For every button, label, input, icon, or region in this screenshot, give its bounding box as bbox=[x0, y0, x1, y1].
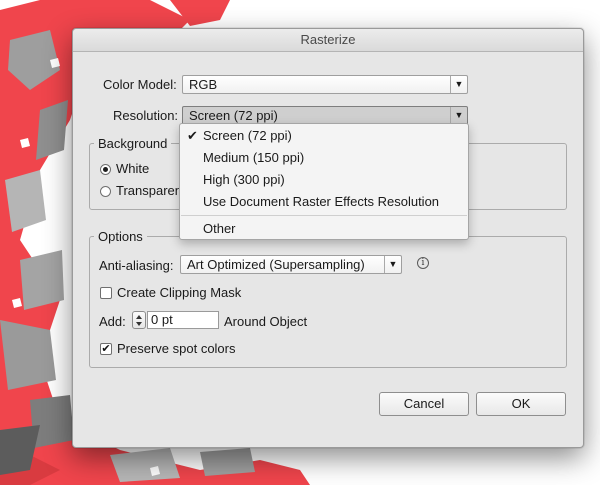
menu-item-medium[interactable]: Medium (150 ppi) bbox=[180, 147, 468, 169]
preserve-spot-colors-label[interactable]: Preserve spot colors bbox=[117, 341, 236, 356]
menu-item-label: Other bbox=[203, 221, 236, 236]
stepper-down-icon[interactable] bbox=[136, 322, 142, 326]
cancel-button[interactable]: Cancel bbox=[379, 392, 469, 416]
rasterize-dialog: Rasterize Color Model: RGB ▼ Resolution:… bbox=[72, 28, 584, 448]
radio-selected-dot bbox=[103, 167, 108, 172]
preserve-spot-colors-checkbox[interactable]: ✔ bbox=[100, 343, 112, 355]
transparent-radio-label[interactable]: Transparent bbox=[116, 183, 186, 198]
checkmark-icon: ✔ bbox=[101, 343, 111, 355]
stepper-up-icon[interactable] bbox=[136, 315, 142, 319]
chevron-down-icon: ▼ bbox=[384, 256, 401, 273]
create-clipping-mask-label[interactable]: Create Clipping Mask bbox=[117, 285, 241, 300]
options-group-title: Options bbox=[94, 229, 147, 244]
menu-item-label: Medium (150 ppi) bbox=[203, 150, 305, 165]
resolution-menu: ✔ Screen (72 ppi) Medium (150 ppi) High … bbox=[179, 123, 469, 240]
transparent-radio[interactable] bbox=[100, 186, 111, 197]
resolution-label: Resolution: bbox=[113, 108, 179, 123]
color-model-select[interactable]: RGB ▼ bbox=[182, 75, 468, 94]
menu-item-label: Screen (72 ppi) bbox=[203, 128, 292, 143]
menu-item-document-resolution[interactable]: Use Document Raster Effects Resolution bbox=[180, 191, 468, 213]
anti-aliasing-label: Anti-aliasing: bbox=[99, 258, 174, 273]
info-icon[interactable]: i bbox=[417, 257, 429, 269]
menu-item-high[interactable]: High (300 ppi) bbox=[180, 169, 468, 191]
background-group-title: Background bbox=[94, 136, 172, 151]
menu-item-screen[interactable]: ✔ Screen (72 ppi) bbox=[180, 125, 468, 147]
options-group: Options Anti-aliasing: Art Optimized (Su… bbox=[89, 229, 567, 368]
create-clipping-mask-checkbox[interactable] bbox=[100, 287, 112, 299]
menu-item-label: Use Document Raster Effects Resolution bbox=[203, 194, 440, 209]
chevron-down-icon: ▼ bbox=[450, 107, 467, 124]
anti-aliasing-value: Art Optimized (Supersampling) bbox=[187, 257, 365, 272]
check-icon: ✔ bbox=[187, 128, 198, 143]
white-radio-label[interactable]: White bbox=[116, 161, 149, 176]
anti-aliasing-select[interactable]: Art Optimized (Supersampling) ▼ bbox=[180, 255, 402, 274]
menu-separator bbox=[181, 215, 467, 216]
add-label: Add: bbox=[99, 314, 126, 329]
chevron-down-icon: ▼ bbox=[450, 76, 467, 93]
resolution-value: Screen (72 ppi) bbox=[189, 108, 278, 123]
dialog-title: Rasterize bbox=[73, 29, 583, 52]
color-model-value: RGB bbox=[189, 77, 218, 92]
menu-item-other[interactable]: Other bbox=[180, 218, 468, 240]
ok-button[interactable]: OK bbox=[476, 392, 566, 416]
color-model-label: Color Model: bbox=[103, 77, 177, 92]
add-stepper[interactable] bbox=[132, 311, 146, 329]
menu-item-label: High (300 ppi) bbox=[203, 172, 285, 187]
white-radio[interactable] bbox=[100, 164, 111, 175]
around-object-label: Around Object bbox=[224, 314, 308, 329]
add-amount-field[interactable]: 0 pt bbox=[147, 311, 219, 329]
